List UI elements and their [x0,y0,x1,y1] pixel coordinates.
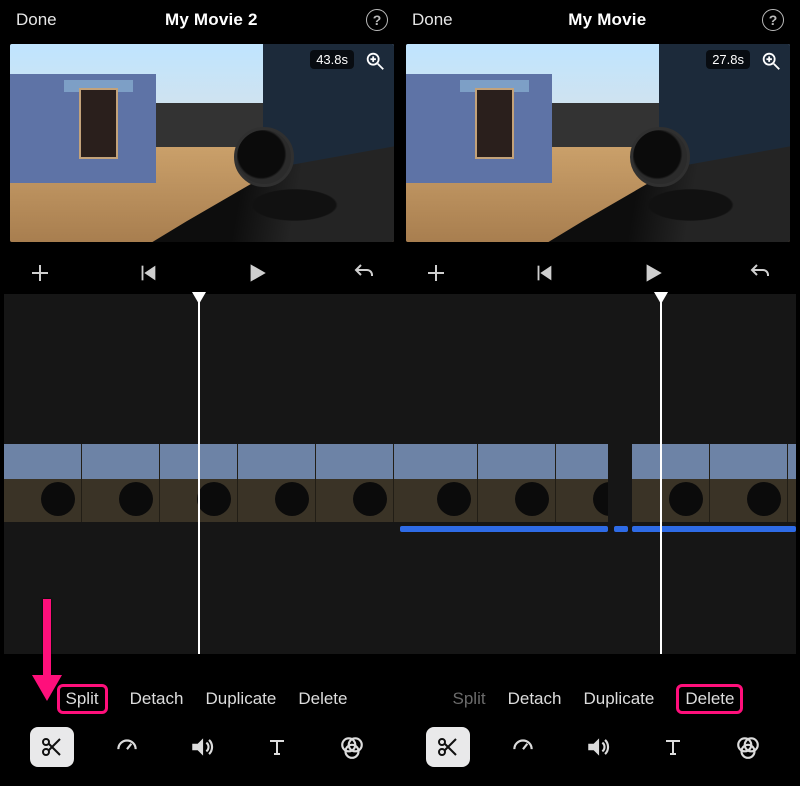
audio-segment[interactable] [400,526,608,532]
scissors-icon[interactable] [426,727,470,767]
video-track [4,444,400,522]
help-button[interactable]: ? [366,9,388,31]
header: Done My Movie 2 ? [4,0,400,40]
clip-actions: Split Detach Duplicate Delete [4,684,400,714]
skip-start-button[interactable] [524,262,564,284]
screenshot-stage: Done My Movie 2 ? 43.8s [0,0,800,786]
timestamp-chip: 27.8s [706,50,750,69]
video-preview[interactable]: 43.8s [10,44,394,242]
add-media-button[interactable] [20,261,60,285]
delete-action[interactable]: Delete [298,689,347,709]
video-track [400,444,796,522]
help-button[interactable]: ? [762,9,784,31]
text-icon[interactable] [255,727,299,767]
volume-icon[interactable] [576,727,620,767]
play-button[interactable] [632,260,672,286]
speed-icon[interactable] [105,727,149,767]
split-action[interactable]: Split [57,684,108,714]
transport-bar [4,250,400,294]
transport-bar [400,250,796,294]
split-action: Split [453,689,486,709]
editor-pane-left: Done My Movie 2 ? 43.8s [4,0,400,780]
video-clip[interactable] [632,444,796,522]
header: Done My Movie ? [400,0,796,40]
detach-action[interactable]: Detach [508,689,562,709]
done-button[interactable]: Done [412,10,453,30]
duplicate-action[interactable]: Duplicate [205,689,276,709]
clip-actions: Split Detach Duplicate Delete [400,684,796,714]
add-media-button[interactable] [416,261,456,285]
zoom-icon[interactable] [760,50,782,77]
video-preview[interactable]: 27.8s [406,44,790,242]
project-title: My Movie 2 [165,10,258,30]
delete-action[interactable]: Delete [676,684,743,714]
volume-icon[interactable] [180,727,224,767]
filters-icon[interactable] [726,727,770,767]
preview-frame [10,44,394,242]
bottom-toolbar [400,720,796,774]
undo-button[interactable] [344,261,384,285]
detach-action[interactable]: Detach [130,689,184,709]
speed-icon[interactable] [501,727,545,767]
audio-segment[interactable] [632,526,796,532]
bottom-toolbar [4,720,400,774]
timestamp-chip: 43.8s [310,50,354,69]
video-clip-selected[interactable] [4,444,400,522]
skip-start-button[interactable] [128,262,168,284]
editor-pane-right: Done My Movie ? 27.8s [400,0,796,780]
text-icon[interactable] [651,727,695,767]
transition-marker[interactable] [614,526,628,532]
preview-frame [406,44,790,242]
audio-track [400,526,796,532]
video-clip-selected[interactable] [400,444,608,522]
done-button[interactable]: Done [16,10,57,30]
playhead[interactable] [198,294,200,654]
scissors-icon[interactable] [30,727,74,767]
timeline[interactable] [400,294,796,654]
project-title: My Movie [568,10,646,30]
duplicate-action[interactable]: Duplicate [583,689,654,709]
play-button[interactable] [236,260,276,286]
playhead[interactable] [660,294,662,654]
zoom-icon[interactable] [364,50,386,77]
filters-icon[interactable] [330,727,374,767]
undo-button[interactable] [740,261,780,285]
